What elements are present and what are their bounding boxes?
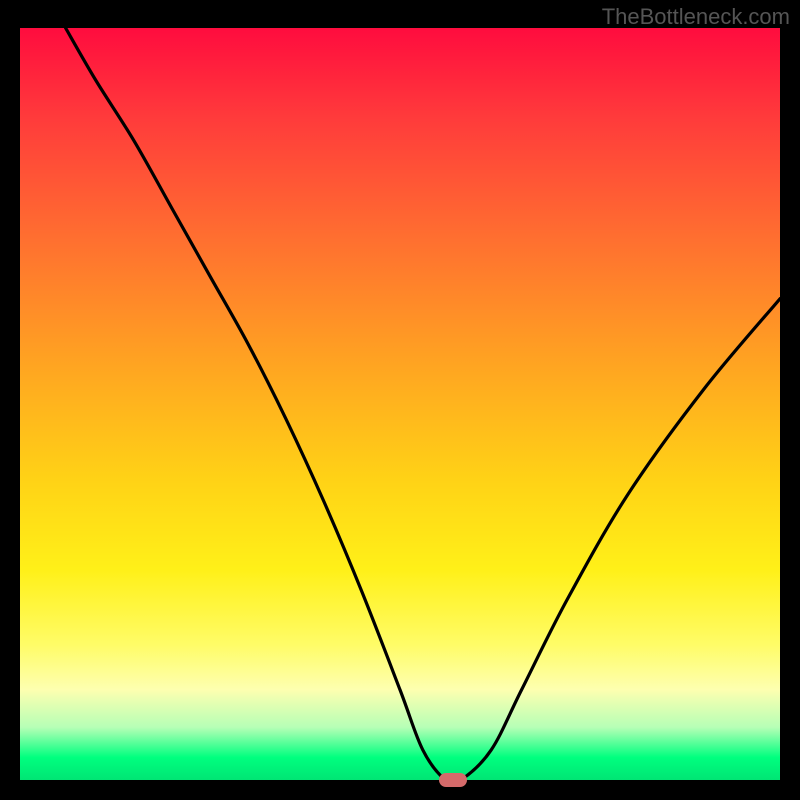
chart-marker bbox=[439, 773, 467, 787]
chart-plot-area bbox=[20, 28, 780, 780]
chart-curve-svg bbox=[20, 28, 780, 780]
watermark-text: TheBottleneck.com bbox=[602, 4, 790, 30]
chart-line bbox=[66, 28, 780, 780]
